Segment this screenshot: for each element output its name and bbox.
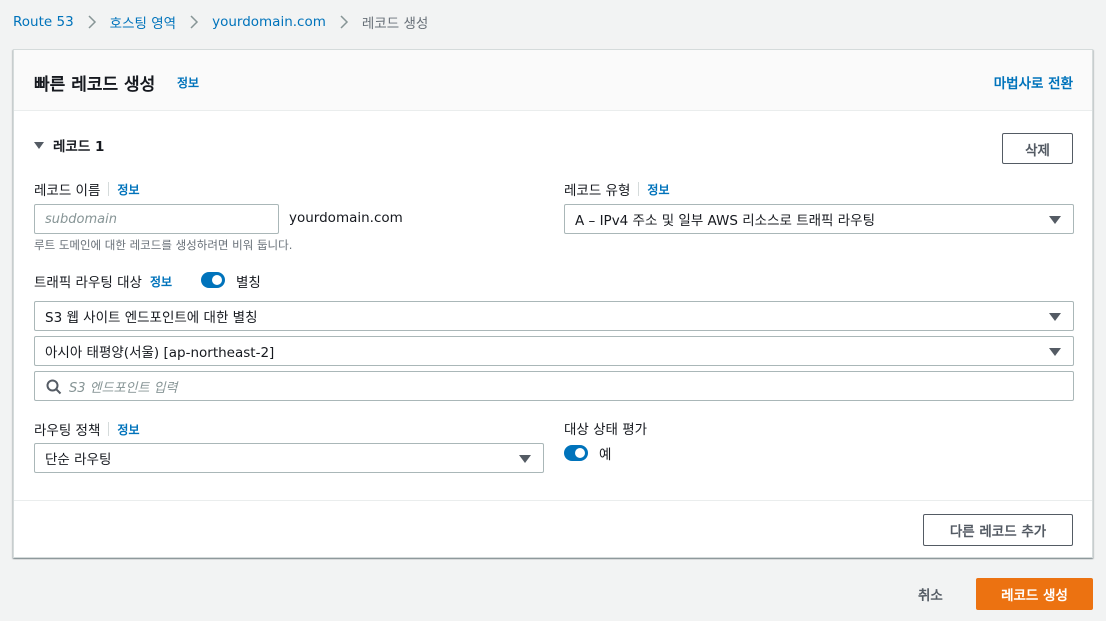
- routing-policy-value: 단순 라우팅: [45, 452, 112, 468]
- caret-down-icon: [1049, 348, 1061, 356]
- endpoint-search-input[interactable]: S3 엔드포인트 입력: [34, 371, 1074, 401]
- record-section-label: 레코드 1: [53, 139, 105, 155]
- record-name-hint: 루트 도메인에 대한 레코드를 생성하려면 비워 둡니다.: [34, 238, 293, 252]
- divider: [108, 422, 110, 436]
- switch-to-wizard-link[interactable]: 마법사로 전환: [994, 72, 1073, 92]
- cancel-button[interactable]: 취소: [918, 584, 943, 604]
- endpoint-type-select[interactable]: S3 웹 사이트 엔드포인트에 대한 별칭: [34, 301, 1074, 331]
- search-icon: [46, 379, 62, 395]
- divider: [14, 500, 1092, 501]
- routing-policy-select[interactable]: 단순 라우팅: [34, 443, 544, 473]
- divider: [108, 182, 110, 196]
- caret-down-icon: [1049, 313, 1061, 321]
- record-type-value: A – IPv4 주소 및 일부 AWS 리소스로 트래픽 라우팅: [575, 213, 876, 229]
- record-name-input[interactable]: subdomain: [34, 204, 279, 234]
- caret-down-icon: [34, 141, 44, 149]
- delete-button[interactable]: 삭제: [1002, 133, 1073, 164]
- breadcrumb-hosted-zones[interactable]: 호스팅 영역: [110, 12, 176, 32]
- chevron-right-icon: [86, 15, 98, 29]
- route-target-info-link[interactable]: 정보: [150, 273, 172, 290]
- endpoint-type-value: S3 웹 사이트 엔드포인트에 대한 별칭: [45, 310, 258, 326]
- title-info-link[interactable]: 정보: [177, 74, 199, 91]
- record-type-label: 레코드 유형: [564, 183, 631, 199]
- record-type-select[interactable]: A – IPv4 주소 및 일부 AWS 리소스로 트래픽 라우팅: [564, 204, 1074, 234]
- record-name-label: 레코드 이름: [34, 183, 101, 199]
- routing-policy-info-link[interactable]: 정보: [117, 421, 139, 438]
- alias-toggle[interactable]: [201, 272, 225, 288]
- breadcrumb: Route 53 호스팅 영역 yourdomain.com 레코드 생성: [13, 12, 428, 32]
- region-select[interactable]: 아시아 태평양(서울) [ap-northeast-2]: [34, 336, 1074, 366]
- route-target-label-row: 트래픽 라우팅 대상 정보: [34, 271, 172, 292]
- route-target-label: 트래픽 라우팅 대상: [34, 275, 142, 291]
- health-eval-label: 대상 상태 평가: [564, 422, 648, 438]
- panel-header: 빠른 레코드 생성 정보 마법사로 전환: [14, 50, 1092, 111]
- breadcrumb-current: 레코드 생성: [361, 16, 429, 32]
- region-value: 아시아 태평양(서울) [ap-northeast-2]: [45, 345, 275, 361]
- domain-suffix: yourdomain.com: [289, 210, 403, 226]
- record-section-toggle[interactable]: 레코드 1: [34, 135, 104, 155]
- alias-toggle-label: 별칭: [236, 275, 261, 291]
- routing-policy-label: 라우팅 정책: [34, 423, 101, 439]
- divider: [638, 182, 640, 196]
- caret-down-icon: [1049, 216, 1061, 224]
- health-eval-toggle-label: 예: [599, 447, 612, 463]
- record-type-label-row: 레코드 유형 정보: [564, 179, 670, 199]
- endpoint-search-placeholder: S3 엔드포인트 입력: [69, 380, 178, 396]
- routing-policy-label-row: 라우팅 정책 정보: [34, 419, 140, 439]
- breadcrumb-domain[interactable]: yourdomain.com: [212, 14, 326, 30]
- create-records-button[interactable]: 레코드 생성: [976, 578, 1093, 610]
- quick-create-panel: 빠른 레코드 생성 정보 마법사로 전환 레코드 1 삭제 레코드 이름 정보 …: [13, 49, 1093, 558]
- caret-down-icon: [519, 455, 531, 463]
- health-eval-toggle[interactable]: [564, 445, 588, 461]
- breadcrumb-route53[interactable]: Route 53: [13, 14, 74, 30]
- record-name-info-link[interactable]: 정보: [117, 181, 139, 198]
- record-name-label-row: 레코드 이름 정보: [34, 179, 140, 199]
- chevron-right-icon: [338, 15, 350, 29]
- chevron-right-icon: [188, 15, 200, 29]
- add-another-record-button[interactable]: 다른 레코드 추가: [923, 514, 1073, 546]
- record-type-info-link[interactable]: 정보: [647, 181, 669, 198]
- page-title: 빠른 레코드 생성: [34, 75, 156, 95]
- record-name-placeholder: subdomain: [45, 211, 117, 227]
